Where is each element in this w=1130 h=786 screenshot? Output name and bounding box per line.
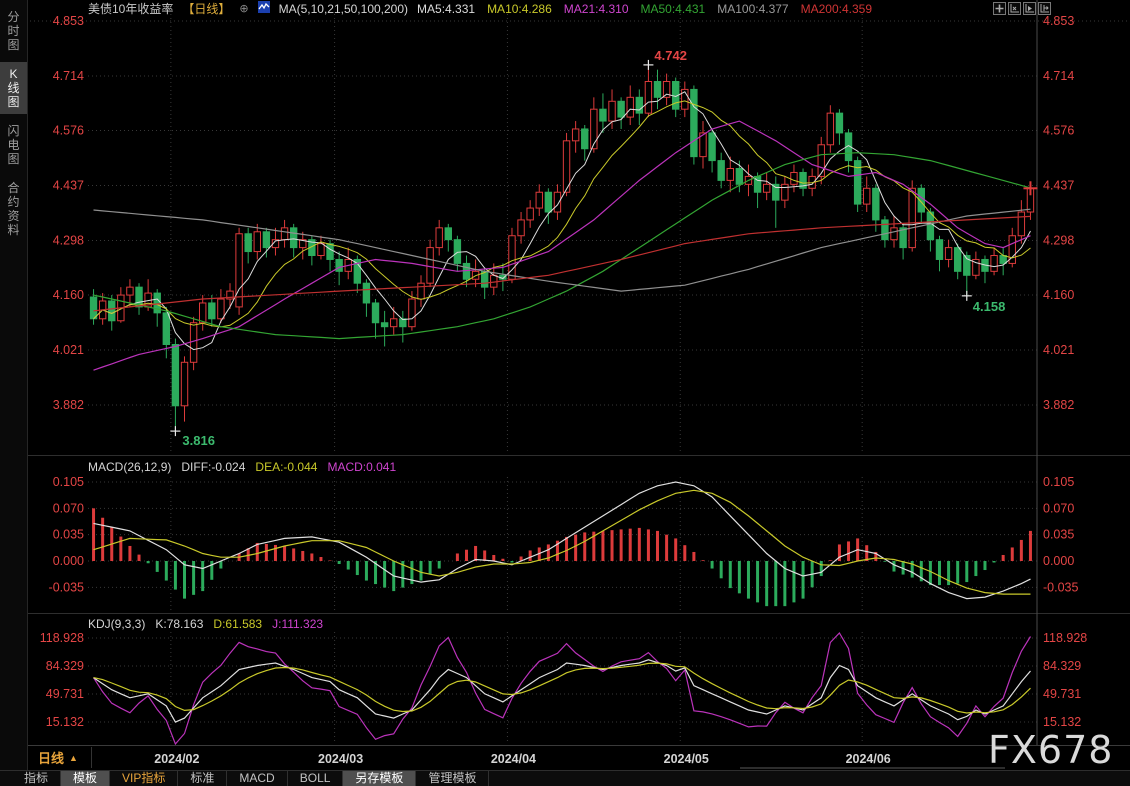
ma-value-label: MA200:4.359 [801, 2, 872, 16]
kdj-formula: KDJ(9,3,3) [88, 617, 145, 631]
toolbar-item[interactable]: VIP指标 [110, 771, 178, 786]
macd-formula: MACD(26,12,9) [88, 460, 171, 474]
month-label: 2024/04 [491, 752, 536, 766]
price-axis-label-right: 4.160 [1043, 288, 1074, 302]
ma-value-label: MA5:4.331 [417, 2, 475, 16]
kdj-axis-label-right: 49.731 [1043, 687, 1081, 701]
month-label: 2024/06 [846, 752, 891, 766]
period-badge[interactable]: 【日线】 [182, 0, 230, 17]
price-axis-label-right: 4.298 [1043, 233, 1074, 247]
price-axis-label-left: 4.714 [53, 69, 84, 83]
kdj-axis-label-right: 84.329 [1043, 659, 1081, 673]
macd-macd-value: MACD:0.041 [327, 460, 396, 474]
macd-axis-label-right: 0.035 [1043, 528, 1074, 542]
kdj-axis-label-left: 15.132 [46, 715, 84, 729]
kdj-lines [94, 633, 1031, 744]
ma-value-label: MA100:4.377 [717, 2, 788, 16]
circle-plus-icon[interactable]: ⊕ [239, 2, 248, 15]
gridlines [30, 14, 1128, 744]
toolbar-item[interactable]: MACD [227, 771, 287, 786]
macd-axis-label-right: -0.035 [1043, 580, 1078, 594]
price-axis-label-right: 4.576 [1043, 124, 1074, 138]
kdj-axis-label-right: 15.132 [1043, 715, 1081, 729]
month-label: 2024/05 [664, 752, 709, 766]
instrument-title: 美债10年收益率 [88, 0, 173, 17]
kdj-axis-label-left: 49.731 [46, 687, 84, 701]
swing-low-annotation: 4.158 [973, 299, 1006, 314]
macd-axis-label-left: 0.105 [53, 475, 84, 489]
ma-value-label: MA21:4.310 [564, 2, 629, 16]
chart-type-icon[interactable] [258, 1, 270, 16]
kdj-d-value: D:61.583 [213, 617, 262, 631]
toolbar-item[interactable]: 另存模板 [343, 771, 416, 786]
month-label: 2024/02 [154, 752, 199, 766]
brand-watermark: FX678 [988, 728, 1113, 772]
macd-diff-value: DIFF:-0.024 [181, 460, 245, 474]
bottom-toolbar: 指标模板VIP指标标准MACDBOLL另存模板管理模板 [0, 770, 1130, 786]
toolbar-item[interactable]: BOLL [288, 771, 344, 786]
chart-application: 分时图 K线图闪电图合约资料 美债10年收益率 【日线】 ⊕ MA(5,10,21… [0, 0, 1130, 786]
price-axis-label-left: 4.576 [53, 124, 84, 138]
price-axis-label-right: 4.437 [1043, 179, 1074, 193]
toolbar-item[interactable]: 指标 [12, 771, 61, 786]
kdj-j-value: J:111.323 [272, 617, 323, 631]
ma-lines [94, 92, 1031, 370]
price-axis-label-right: 3.882 [1043, 398, 1074, 412]
toolbar-item[interactable]: 管理模板 [416, 771, 489, 786]
pan-icon[interactable] [993, 2, 1006, 15]
ma-values: MA5:4.331 MA10:4.286 MA21:4.310 MA50:4.431 M… [417, 2, 872, 16]
macd-header: MACD(26,12,9) DIFF:-0.024 DEA:-0.044 MAC… [88, 460, 396, 474]
high-annotation: 4.742 [654, 48, 687, 63]
sidebar: 分时图 K线图闪电图合约资料 [0, 0, 28, 770]
macd-axis-label-left: 0.000 [53, 554, 84, 568]
sidebar-tab[interactable]: 合约资料 [0, 176, 27, 242]
toolbar-item[interactable]: 模板 [61, 771, 110, 786]
time-axis-labels: 2024/02 2024/03 2024/04 2024/05 2024/06 [154, 752, 891, 766]
axis-shift-icon[interactable] [1038, 2, 1051, 15]
macd-axis-label-left: 0.035 [53, 528, 84, 542]
sidebar-tab[interactable]: 闪电图 [0, 119, 27, 171]
kdj-axis-label-left: 84.329 [46, 659, 84, 673]
month-label: 2024/03 [318, 752, 363, 766]
ma-formula-label: MA(5,10,21,50,100,200) [279, 2, 408, 16]
ma-value-label: MA50:4.431 [641, 2, 706, 16]
chart-canvas[interactable]: 4.853 4.853 4.714 4.714 4.576 4.576 4.437 4.437… [0, 0, 1130, 770]
chart-header: 美债10年收益率 【日线】 ⊕ MA(5,10,21,50,100,200) M… [88, 0, 872, 17]
toolbar-item[interactable]: 标准 [178, 771, 227, 786]
chart-toolbar-icons [993, 2, 1051, 15]
sidebar-tab[interactable]: K线图 [0, 62, 27, 114]
macd-axis-label-left: 0.070 [53, 501, 84, 515]
chevron-up-icon: ▲ [69, 753, 78, 763]
price-axis-label-left: 4.160 [53, 288, 84, 302]
kdj-axis-label-left: 118.928 [40, 631, 84, 645]
price-axis-label-right: 4.021 [1043, 343, 1074, 357]
macd-axis-label-right: 0.105 [1043, 475, 1074, 489]
price-axis-label-left: 4.853 [53, 14, 84, 28]
price-axis-label-right: 4.853 [1043, 14, 1074, 28]
sidebar-tab[interactable]: 分时图 [0, 5, 27, 57]
price-axis-label-left: 4.298 [53, 233, 84, 247]
price-axis-label-left: 4.437 [53, 179, 84, 193]
macd-dea-value: DEA:-0.044 [255, 460, 317, 474]
price-axis-label-left: 4.021 [53, 343, 84, 357]
low-annotation: 3.816 [182, 433, 215, 448]
kdj-k-value: K:78.163 [155, 617, 203, 631]
price-axis-label-right: 4.714 [1043, 69, 1074, 83]
period-selector[interactable]: 日线 ▲ [28, 747, 92, 768]
axis-playback-icon[interactable] [1023, 2, 1036, 15]
macd-axis-label-right: 0.070 [1043, 501, 1074, 515]
axis-zoom-icon[interactable] [1008, 2, 1021, 15]
price-axis-label-left: 3.882 [53, 398, 84, 412]
ma-value-label: MA10:4.286 [487, 2, 552, 16]
kdj-axis-label-right: 118.928 [1043, 631, 1087, 645]
macd-lines [94, 482, 1031, 599]
kdj-header: KDJ(9,3,3) K:78.163 D:61.583 J:111.323 [88, 617, 323, 631]
candles [90, 65, 1033, 431]
macd-axis-label-left: -0.035 [49, 580, 84, 594]
period-selector-label: 日线 [38, 748, 64, 767]
macd-axis-label-right: 0.000 [1043, 554, 1074, 568]
